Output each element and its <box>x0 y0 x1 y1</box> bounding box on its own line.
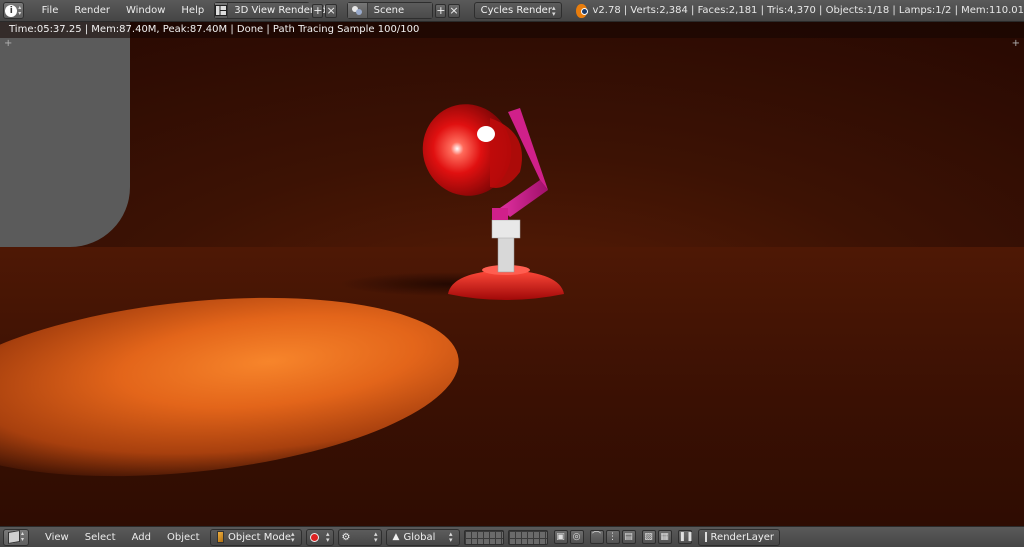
lamp-joint <box>491 219 521 239</box>
render-animation-icon[interactable]: ▦ <box>657 530 672 544</box>
layout-grid-icon <box>215 3 229 18</box>
viewport-menu: View Select Add Object <box>37 532 208 543</box>
scene-stats: v2.78 | Verts:2,384 | Faces:2,181 | Tris… <box>592 5 1024 16</box>
mode-dropdown[interactable]: Object Mode ▴ ▾ <box>209 528 302 546</box>
bottom-header: ▴ ▾ View Select Add Object Object Mode ▴ ▾… <box>0 526 1024 547</box>
editor-type-button[interactable]: i ▴ ▾ <box>3 2 24 19</box>
viewport-corner-plus-icon[interactable]: + <box>4 38 12 49</box>
layer-grid-2[interactable] <box>507 529 548 545</box>
menu-render[interactable]: Render <box>66 5 118 16</box>
menu-help[interactable]: Help <box>173 5 212 16</box>
menu-object[interactable]: Object <box>159 532 208 543</box>
dropdown-arrows-icon: ▴ ▾ <box>551 3 556 18</box>
render-info-bar: Time:05:37.25 | Mem:87.40M, Peak:87.40M … <box>0 22 1024 38</box>
mode-label: Object Mode <box>228 531 292 543</box>
menu-select[interactable]: Select <box>77 532 124 543</box>
render-engine-label: Cycles Render <box>480 5 552 16</box>
render-layer-dropdown[interactable]: RenderLayer <box>697 528 780 546</box>
layer-grid-1[interactable] <box>463 529 504 545</box>
render-image-icon[interactable]: ▨ <box>641 530 656 544</box>
proportional-edit-icon[interactable]: ◎ <box>569 530 584 544</box>
scene-icon <box>347 3 368 18</box>
manipulator-icon: ▲ <box>392 532 400 542</box>
rendered-shading-icon <box>309 532 319 542</box>
delete-screen-button[interactable]: × <box>325 3 337 18</box>
updown-arrows-icon: ▴ ▾ <box>20 530 24 543</box>
3d-view-editor-button[interactable]: ▴ ▾ <box>3 528 29 546</box>
pause-icon[interactable]: ❚❚ <box>677 530 694 544</box>
menu-file[interactable]: File <box>34 5 67 16</box>
lamp-bulb-highlight <box>477 126 495 142</box>
updown-arrows-icon: ▴ ▾ <box>18 3 22 17</box>
top-header: i ▴ ▾ File Render Window Help 3D View Ren… <box>0 0 1024 22</box>
screen-layout-field[interactable]: 3D View Rendered <box>214 2 333 19</box>
info-icon: i <box>5 4 18 17</box>
desk-lamp-render <box>340 104 564 300</box>
snap-icon[interactable]: ⌒ <box>589 530 604 544</box>
viewport-shading-dropdown[interactable]: ▴ ▾ <box>305 528 334 546</box>
dropdown-arrows-icon: ▴ ▾ <box>449 530 453 544</box>
pivot-point-dropdown[interactable]: ⚙ ▴ ▾ <box>337 528 382 546</box>
render-engine-dropdown[interactable]: Cycles Render ▴ ▾ <box>473 2 563 19</box>
viewport-corner-plus-icon[interactable]: + <box>1012 38 1020 49</box>
scene-field[interactable]: Scene <box>346 2 434 19</box>
main-menu: File Render Window Help <box>34 5 213 16</box>
add-scene-button[interactable]: + <box>435 3 447 18</box>
render-layer-icon <box>704 532 707 542</box>
orientation-label: Global <box>403 531 436 543</box>
lock-layers-icon[interactable]: ▣ <box>553 530 568 544</box>
delete-scene-button[interactable]: × <box>448 3 460 18</box>
transform-orientation-dropdown[interactable]: ▲ Global ▴ ▾ <box>385 528 460 546</box>
menu-view[interactable]: View <box>37 532 77 543</box>
lamp-arm-bracket <box>492 208 508 220</box>
scene-name[interactable]: Scene <box>367 3 433 18</box>
pivot-icon: ⚙ <box>341 531 351 543</box>
menu-window[interactable]: Window <box>118 5 173 16</box>
snap-target-icon[interactable]: ▤ <box>621 530 636 544</box>
dropdown-arrows-icon: ▴ ▾ <box>326 530 330 544</box>
dropdown-arrows-icon: ▴ ▾ <box>374 530 378 544</box>
blender-logo-icon <box>576 3 589 18</box>
render-layer-label: RenderLayer <box>710 531 775 543</box>
menu-add[interactable]: Add <box>124 532 159 543</box>
add-screen-button[interactable]: + <box>312 3 324 18</box>
3d-view-cube-icon <box>7 529 20 545</box>
snap-element-icon[interactable]: ⋮ <box>605 530 620 544</box>
dropdown-arrows-icon: ▴ ▾ <box>291 530 295 544</box>
3d-viewport[interactable]: Time:05:37.25 | Mem:87.40M, Peak:87.40M … <box>0 22 1024 526</box>
object-mode-icon <box>216 531 225 543</box>
